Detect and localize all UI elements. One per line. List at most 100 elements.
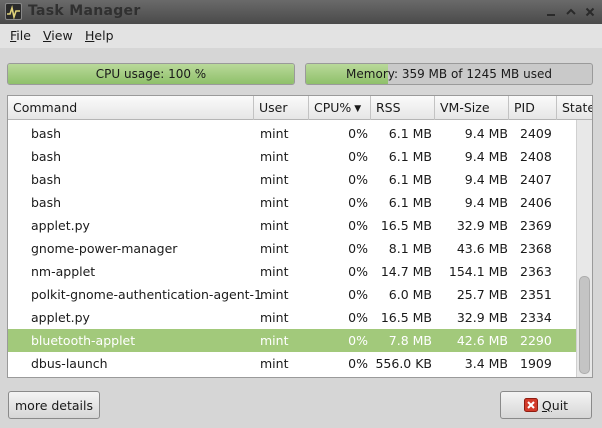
menu-view[interactable]: View bbox=[43, 28, 73, 43]
process-pid: 2409 bbox=[520, 126, 552, 141]
column-vm-size[interactable]: VM-Size bbox=[435, 96, 509, 120]
process-cpu: 0% bbox=[348, 287, 368, 302]
minimize-button[interactable] bbox=[543, 4, 559, 20]
column-cpu[interactable]: CPU% ▼ bbox=[309, 96, 371, 120]
process-user: mint bbox=[260, 287, 289, 302]
column-user[interactable]: User bbox=[254, 96, 309, 120]
process-vm-size: 9.4 MB bbox=[464, 195, 508, 210]
process-cpu: 0% bbox=[348, 172, 368, 187]
table-row[interactable]: bluetooth-applet mint 0% 7.8 MB 42.6 MB 2290 bbox=[8, 329, 578, 352]
table-row[interactable]: gnome-power-manager mint 0% 8.1 MB 43.6 MB 23… bbox=[8, 237, 578, 260]
process-pid: 2334 bbox=[520, 310, 552, 325]
process-command: dbus-launch bbox=[31, 356, 108, 371]
process-rss: 8.1 MB bbox=[388, 241, 432, 256]
cpu-usage-label: CPU usage: 100 % bbox=[95, 67, 207, 81]
process-rss: 6.1 MB bbox=[388, 126, 432, 141]
table-row[interactable]: bash mint 0% 6.1 MB 9.4 MB 2406 bbox=[8, 191, 578, 214]
more-details-button[interactable]: more details bbox=[8, 391, 100, 419]
process-vm-size: 25.7 MB bbox=[456, 287, 508, 302]
process-user: mint bbox=[260, 172, 289, 187]
process-table: Command User CPU% ▼ RSS VM-Size PID State… bbox=[7, 95, 593, 378]
process-pid: 2368 bbox=[520, 241, 552, 256]
table-row[interactable]: bash mint 0% 6.1 MB 9.4 MB 2408 bbox=[8, 145, 578, 168]
process-vm-size: 42.6 MB bbox=[456, 333, 508, 348]
process-command: bash bbox=[31, 172, 62, 187]
process-cpu: 0% bbox=[348, 126, 368, 141]
table-row[interactable]: bash mint 0% 6.1 MB 9.4 MB 2409 bbox=[8, 122, 578, 145]
process-vm-size: 9.4 MB bbox=[464, 149, 508, 164]
quit-icon bbox=[523, 398, 538, 412]
memory-usage-label: Memory: 359 MB of 1245 MB used bbox=[346, 67, 552, 81]
table-header: Command User CPU% ▼ RSS VM-Size PID State bbox=[8, 96, 592, 120]
process-vm-size: 43.6 MB bbox=[456, 241, 508, 256]
process-rss: 6.1 MB bbox=[388, 195, 432, 210]
process-user: mint bbox=[260, 356, 289, 371]
maximize-icon bbox=[566, 8, 576, 15]
process-user: mint bbox=[260, 195, 289, 210]
process-user: mint bbox=[260, 218, 289, 233]
column-pid[interactable]: PID bbox=[509, 96, 557, 120]
process-vm-size: 32.9 MB bbox=[456, 310, 508, 325]
process-command: gnome-power-manager bbox=[31, 241, 178, 256]
table-row[interactable]: applet.py mint 0% 16.5 MB 32.9 MB 2334 bbox=[8, 306, 578, 329]
process-cpu: 0% bbox=[348, 333, 368, 348]
process-vm-size: 154.1 MB bbox=[448, 264, 508, 279]
title-bar[interactable]: Task Manager bbox=[0, 0, 602, 24]
process-user: mint bbox=[260, 241, 289, 256]
process-pid: 2369 bbox=[520, 218, 552, 233]
process-cpu: 0% bbox=[348, 218, 368, 233]
process-vm-size: 9.4 MB bbox=[464, 172, 508, 187]
cpu-usage-bar: CPU usage: 100 % bbox=[7, 63, 295, 85]
process-rss: 556.0 KB bbox=[375, 356, 432, 371]
process-command: bash bbox=[31, 149, 62, 164]
process-command: bluetooth-applet bbox=[31, 333, 136, 348]
menu-bar: File View Help bbox=[0, 24, 602, 48]
column-command[interactable]: Command bbox=[8, 96, 254, 120]
process-rss: 14.7 MB bbox=[380, 264, 432, 279]
process-user: mint bbox=[260, 310, 289, 325]
process-pid: 2351 bbox=[520, 287, 552, 302]
process-user: mint bbox=[260, 264, 289, 279]
column-state[interactable]: State bbox=[557, 96, 592, 120]
process-pid: 2407 bbox=[520, 172, 552, 187]
column-rss[interactable]: RSS bbox=[371, 96, 435, 120]
process-pid: 2408 bbox=[520, 149, 552, 164]
process-rss: 6.0 MB bbox=[388, 287, 432, 302]
quit-button[interactable]: Quit bbox=[500, 391, 592, 419]
vertical-scrollbar[interactable] bbox=[576, 120, 592, 377]
process-pid: 1909 bbox=[520, 356, 552, 371]
process-list: bash mint 0% 6.1 MB 9.4 MB 2409 bash mint 0% 6.1 … bbox=[8, 122, 578, 375]
close-button[interactable] bbox=[582, 4, 598, 20]
process-user: mint bbox=[260, 149, 289, 164]
process-command: applet.py bbox=[31, 310, 90, 325]
process-vm-size: 9.4 MB bbox=[464, 126, 508, 141]
menu-file[interactable]: File bbox=[10, 28, 31, 43]
process-user: mint bbox=[260, 126, 289, 141]
process-cpu: 0% bbox=[348, 149, 368, 164]
task-manager-app-icon bbox=[5, 3, 22, 20]
process-cpu: 0% bbox=[348, 264, 368, 279]
scrollbar-thumb[interactable] bbox=[579, 276, 590, 374]
memory-usage-bar: Memory: 359 MB of 1245 MB used bbox=[305, 63, 593, 85]
process-rss: 7.8 MB bbox=[388, 333, 432, 348]
table-row[interactable]: applet.py mint 0% 16.5 MB 32.9 MB 2369 bbox=[8, 214, 578, 237]
menu-help[interactable]: Help bbox=[85, 28, 114, 43]
process-rss: 16.5 MB bbox=[380, 310, 432, 325]
process-pid: 2290 bbox=[520, 333, 552, 348]
table-row[interactable]: polkit-gnome-authentication-agent-1 mint 0… bbox=[8, 283, 578, 306]
window-title: Task Manager bbox=[28, 3, 141, 19]
process-cpu: 0% bbox=[348, 241, 368, 256]
process-vm-size: 3.4 MB bbox=[464, 356, 508, 371]
maximize-button[interactable] bbox=[563, 4, 579, 20]
process-command: applet.py bbox=[31, 218, 90, 233]
process-rss: 16.5 MB bbox=[380, 218, 432, 233]
process-cpu: 0% bbox=[348, 195, 368, 210]
process-cpu: 0% bbox=[348, 356, 368, 371]
table-row[interactable]: bash mint 0% 6.1 MB 9.4 MB 2407 bbox=[8, 168, 578, 191]
sort-descending-icon: ▼ bbox=[354, 104, 362, 114]
process-pid: 2363 bbox=[520, 264, 552, 279]
table-row[interactable]: nm-applet mint 0% 14.7 MB 154.1 MB 2363 bbox=[8, 260, 578, 283]
table-row[interactable]: dbus-launch mint 0% 556.0 KB 3.4 MB 1909 bbox=[8, 352, 578, 375]
process-command: bash bbox=[31, 126, 62, 141]
process-command: bash bbox=[31, 195, 62, 210]
